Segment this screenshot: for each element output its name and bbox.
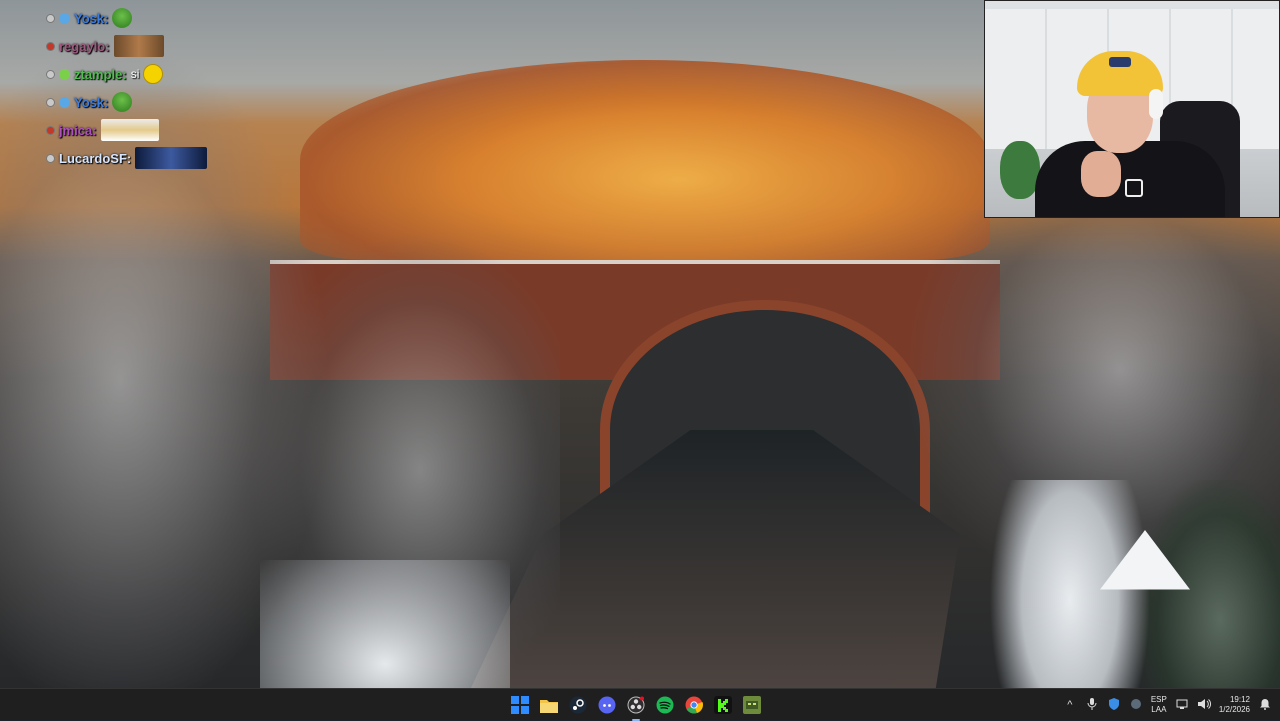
chat-username: ztample:	[74, 66, 127, 82]
chat-message: regaylo:	[46, 32, 246, 60]
language-code: ESP	[1150, 695, 1167, 704]
badge-dot-icon	[46, 153, 55, 163]
badge-dot-icon	[46, 125, 55, 135]
volume-icon[interactable]	[1197, 698, 1211, 713]
badge-dot-icon	[46, 69, 55, 79]
kick-icon[interactable]	[713, 695, 733, 715]
keyboard-layout: LAA	[1151, 705, 1167, 714]
system-tray: ^ ESP LAA 19:12 1/2/2026	[1063, 689, 1280, 721]
steam-icon[interactable]	[568, 695, 588, 715]
language-indicator[interactable]: ESP LAA	[1151, 695, 1167, 715]
badge-dot-icon	[46, 97, 55, 107]
chat-username: LucardoSF:	[59, 150, 132, 166]
chat-username: jmica:	[59, 122, 97, 138]
pepe-emote-icon	[112, 92, 133, 112]
pepe-emote-icon	[112, 8, 133, 28]
taskbar-apps	[510, 689, 762, 721]
headphones-icon	[1149, 89, 1163, 119]
chat-username: Yosk:	[74, 10, 109, 26]
network-icon[interactable]	[1175, 698, 1189, 713]
file-explorer-icon[interactable]	[539, 695, 559, 715]
spotify-icon[interactable]	[655, 695, 675, 715]
crown-badge-icon	[59, 68, 70, 80]
plush-toy	[1000, 141, 1040, 199]
chat-username: regaylo:	[59, 38, 110, 54]
windows-start-icon[interactable]	[510, 695, 530, 715]
chat-message: jmica:	[46, 116, 246, 144]
badge-dot-icon	[46, 41, 55, 51]
clock-date: 1/2/2026	[1218, 705, 1250, 714]
twitter-bird-badge-icon	[59, 12, 70, 24]
faces-emote-icon	[113, 35, 164, 57]
chat-message: Yosk:	[46, 4, 246, 32]
app-tray-icon[interactable]	[1129, 698, 1143, 713]
obs-icon[interactable]	[626, 695, 646, 721]
chat-message: LucardoSF:	[46, 144, 246, 172]
microphone-icon[interactable]	[1085, 697, 1099, 713]
taskbar: ^ ESP LAA 19:12 1/2/2026	[0, 688, 1280, 721]
chat-username: Yosk:	[74, 94, 109, 110]
stream-chat-overlay: Yosk: regaylo: ztample: si Yosk: jmica: …	[46, 4, 246, 172]
meme-emote-icon	[100, 119, 159, 141]
webcam-overlay	[984, 0, 1280, 218]
discord-icon[interactable]	[597, 695, 617, 715]
twitter-bird-badge-icon	[59, 96, 70, 108]
game-icon[interactable]	[742, 695, 762, 715]
badge-dot-icon	[46, 13, 55, 23]
chat-message: Yosk:	[46, 88, 246, 116]
chat-message: ztample: si	[46, 60, 246, 88]
chat-message-text: si	[130, 67, 140, 81]
beanie-logo-icon	[1109, 57, 1131, 67]
streamer-hand	[1081, 151, 1121, 197]
smiley-emote-icon	[143, 64, 164, 84]
video-emote-icon	[135, 147, 208, 169]
defender-shield-icon[interactable]	[1107, 697, 1121, 713]
notification-icon[interactable]	[1258, 698, 1272, 713]
chrome-icon[interactable]	[684, 695, 704, 715]
snow-ground	[260, 560, 510, 688]
clock[interactable]: 19:12 1/2/2026	[1219, 695, 1250, 715]
chevron-up-icon[interactable]: ^	[1063, 699, 1077, 711]
shirt-logo-icon	[1125, 179, 1143, 197]
clock-time: 19:12	[1229, 695, 1250, 704]
